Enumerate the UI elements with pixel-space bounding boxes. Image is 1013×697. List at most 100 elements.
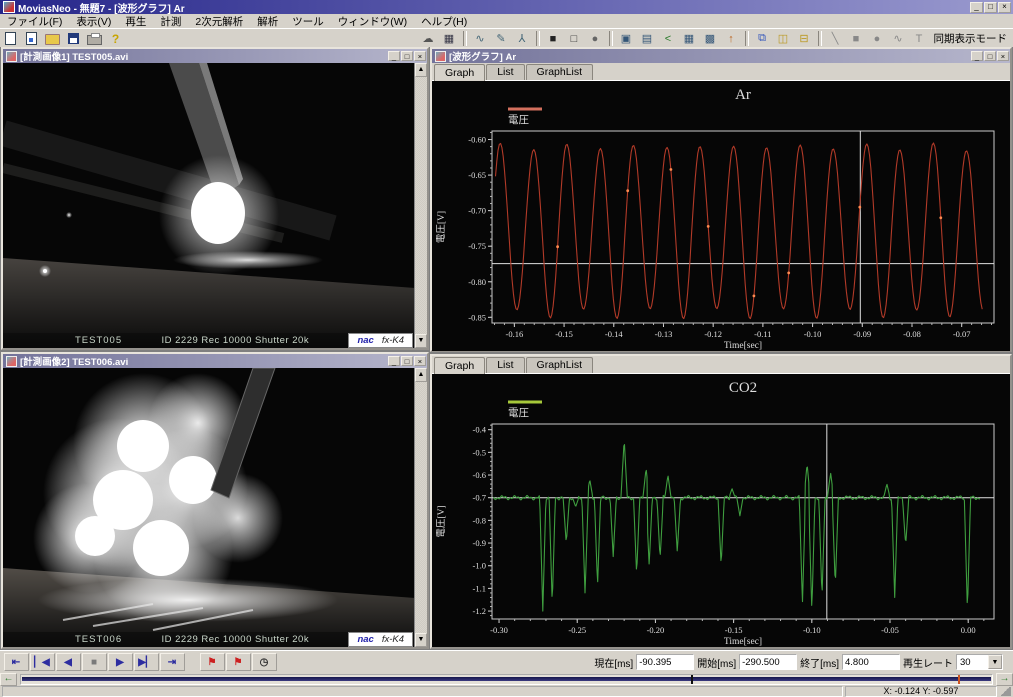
- line-tool-icon[interactable]: ╲: [825, 30, 845, 47]
- white-rect-icon[interactable]: □: [564, 30, 584, 47]
- graph-close-button[interactable]: ×: [997, 51, 1009, 61]
- open-file-icon[interactable]: [43, 30, 63, 47]
- video1-scrollbar[interactable]: ▲ ▼: [414, 63, 427, 348]
- graph-minimize-button[interactable]: _: [971, 51, 983, 61]
- step-back-button[interactable]: ▏◀: [30, 653, 55, 671]
- minimize-button[interactable]: _: [970, 2, 983, 13]
- play-reverse-button[interactable]: ◀: [56, 653, 81, 671]
- video2-minimize-button[interactable]: _: [388, 356, 400, 366]
- video1-close-button[interactable]: ×: [414, 51, 426, 61]
- menu-item-2[interactable]: 再生: [118, 14, 153, 29]
- video2-maximize-button[interactable]: □: [401, 356, 413, 366]
- menu-item-0[interactable]: ファイル(F): [0, 14, 69, 29]
- step-forward-button[interactable]: ▶▏: [134, 653, 159, 671]
- play-button[interactable]: ▶: [108, 653, 133, 671]
- svg-text:-0.10: -0.10: [803, 625, 821, 635]
- memory-grid-icon: ▦: [444, 32, 454, 45]
- tile-vertical-icon[interactable]: ◫: [773, 30, 793, 47]
- menu-item-3[interactable]: 計測: [153, 14, 188, 29]
- curve-tool-icon[interactable]: ∿: [888, 30, 908, 47]
- upload-icon[interactable]: ☁: [418, 30, 438, 47]
- close-button[interactable]: ×: [998, 2, 1011, 13]
- ellipse-tool-icon[interactable]: ●: [867, 30, 887, 47]
- black-rect-icon[interactable]: ■: [543, 30, 563, 47]
- svg-text:電圧: 電圧: [508, 114, 529, 126]
- help-icon[interactable]: ?: [106, 30, 126, 47]
- timeline-thumb[interactable]: [691, 675, 693, 684]
- video2-scrollbar[interactable]: ▲ ▼: [414, 368, 427, 647]
- menu-item-4[interactable]: 2次元解析: [188, 14, 250, 29]
- marker-start-button[interactable]: ⚑: [200, 653, 225, 671]
- video1-maximize-button[interactable]: □: [401, 51, 413, 61]
- graph-edit-icon[interactable]: ✎: [491, 30, 511, 47]
- scroll-down-icon[interactable]: ▼: [415, 334, 427, 348]
- video1-minimize-button[interactable]: _: [388, 51, 400, 61]
- timeline-track[interactable]: [20, 674, 993, 685]
- tab-graphlist[interactable]: GraphList: [526, 357, 594, 373]
- timer-button[interactable]: ◷: [252, 653, 277, 671]
- movie-icon[interactable]: ▤: [637, 30, 657, 47]
- scroll-down-icon[interactable]: ▼: [415, 633, 427, 647]
- print-icon[interactable]: [85, 30, 105, 47]
- new-graph-document-icon[interactable]: [22, 30, 42, 47]
- svg-text:-0.14: -0.14: [605, 329, 623, 339]
- current-time-field[interactable]: [636, 654, 694, 670]
- svg-text:0.00: 0.00: [961, 625, 976, 635]
- toolbar: ? ☁▦∿✎⅄■□●▣▤<▦▩↑⧉◫⊟╲■●∿T 同期表示モード: [0, 28, 1013, 49]
- rect-tool-icon[interactable]: ■: [846, 30, 866, 47]
- timeline-right-button[interactable]: →: [996, 673, 1013, 686]
- end-time-field[interactable]: [842, 654, 900, 670]
- resize-grip[interactable]: [999, 687, 1011, 696]
- toolbar-separator: [536, 31, 540, 46]
- app-icon: [3, 1, 15, 13]
- new-document-icon[interactable]: [1, 30, 21, 47]
- status-message-cell: [2, 686, 843, 697]
- video2-titlebar[interactable]: [計測画像2] TEST006.avi _ □ ×: [3, 354, 427, 368]
- window-icon[interactable]: ▣: [616, 30, 636, 47]
- video1-titlebar[interactable]: [計測画像1] TEST005.avi _ □ ×: [3, 49, 427, 63]
- tab-graph[interactable]: Graph: [434, 64, 485, 81]
- tile-horizontal-icon[interactable]: ⊟: [794, 30, 814, 47]
- upload-icon: ☁: [423, 32, 434, 45]
- jump-last-button[interactable]: ⇥: [160, 653, 185, 671]
- dot-icon[interactable]: ●: [585, 30, 605, 47]
- jump-first-button[interactable]: ⇤: [4, 653, 29, 671]
- video2-info-label: ID 2229 Rec 10000 Shutter 20k: [122, 634, 348, 645]
- graph-window-icon[interactable]: ∿: [470, 30, 490, 47]
- menu-bar: ファイル(F)表示(V)再生計測2次元解析解析ツールウィンドウ(W)ヘルプ(H): [0, 14, 1013, 29]
- up-arrow-icon[interactable]: ↑: [721, 30, 741, 47]
- trace-icon[interactable]: ▩: [700, 30, 720, 47]
- play-rate-select[interactable]: 30 ▼: [956, 654, 1003, 670]
- memory-grid-icon[interactable]: ▦: [439, 30, 459, 47]
- text-tool-icon[interactable]: T: [909, 30, 929, 47]
- graph-titlebar[interactable]: [波形グラフ] Ar _ □ ×: [432, 49, 1010, 63]
- data-table-icon[interactable]: ▦: [679, 30, 699, 47]
- tab-graphlist[interactable]: GraphList: [526, 64, 594, 80]
- menu-item-1[interactable]: 表示(V): [69, 14, 118, 29]
- menu-item-7[interactable]: ウィンドウ(W): [331, 14, 414, 29]
- timeline-left-button[interactable]: ←: [0, 673, 17, 686]
- data-table-icon: ▦: [684, 32, 694, 45]
- maximize-button[interactable]: □: [984, 2, 997, 13]
- angle-measure-icon[interactable]: <: [658, 30, 678, 47]
- save-icon[interactable]: [64, 30, 84, 47]
- tab-list[interactable]: List: [486, 64, 524, 80]
- menu-item-5[interactable]: 解析: [250, 14, 285, 29]
- svg-text:-0.15: -0.15: [725, 625, 743, 635]
- start-time-field[interactable]: [739, 654, 797, 670]
- tab-graph[interactable]: Graph: [434, 357, 485, 374]
- menu-item-8[interactable]: ヘルプ(H): [414, 14, 474, 29]
- stop-button[interactable]: ■: [82, 653, 107, 671]
- marker-end-button[interactable]: ⚑: [226, 653, 251, 671]
- video2-close-button[interactable]: ×: [414, 356, 426, 366]
- scroll-up-icon[interactable]: ▲: [415, 63, 427, 77]
- cascade-windows-icon[interactable]: ⧉: [752, 30, 772, 47]
- graph-maximize-button[interactable]: □: [984, 51, 996, 61]
- video2-camera-brand-box: nac fx-K4: [348, 632, 413, 647]
- video1-status-overlay: TEST005 ID 2229 Rec 10000 Shutter 20k na…: [3, 333, 415, 348]
- stick-figure-icon[interactable]: ⅄: [512, 30, 532, 47]
- scroll-up-icon[interactable]: ▲: [415, 368, 427, 382]
- tab-list[interactable]: List: [486, 357, 524, 373]
- menu-item-6[interactable]: ツール: [285, 14, 331, 29]
- chevron-down-icon[interactable]: ▼: [988, 655, 1002, 669]
